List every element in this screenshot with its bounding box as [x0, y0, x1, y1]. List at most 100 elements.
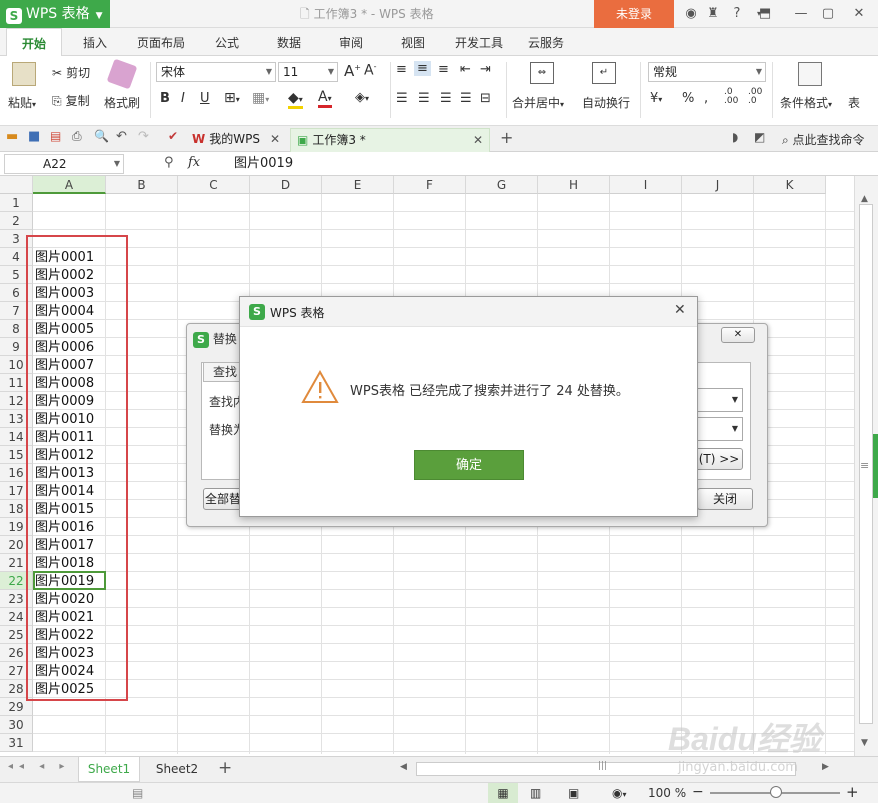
decrease-decimal-icon[interactable]: .00.0: [748, 88, 762, 106]
login-button[interactable]: 未登录: [594, 0, 674, 28]
row-header[interactable]: 1: [0, 194, 33, 212]
thousands-icon[interactable]: ,: [704, 91, 708, 106]
copy-button[interactable]: ⎘ 复制: [52, 92, 90, 109]
column-header[interactable]: G: [466, 176, 538, 194]
underline-icon[interactable]: U: [200, 91, 210, 106]
undo-icon[interactable]: ↶: [116, 129, 127, 144]
cut-button[interactable]: ✂ 剪切: [52, 64, 90, 81]
tab-review[interactable]: 审阅: [328, 28, 374, 56]
align-right-icon[interactable]: ☰: [440, 91, 452, 106]
format-painter-button[interactable]: 格式刷: [104, 94, 140, 111]
cell-style-icon[interactable]: ▦▾: [252, 90, 269, 106]
align-top-icon[interactable]: ≡: [396, 62, 407, 77]
feedback-icon[interactable]: ◩: [754, 130, 765, 144]
sheet-tab-sheet1[interactable]: Sheet1: [78, 757, 140, 782]
borders-icon[interactable]: ⊞▾: [224, 90, 240, 106]
zoom-out-icon[interactable]: −: [692, 784, 704, 800]
zoom-formula-icon[interactable]: ⚲: [164, 155, 174, 170]
bold-icon[interactable]: B: [160, 91, 170, 106]
shirt-icon[interactable]: ♜: [700, 0, 726, 28]
distributed-icon[interactable]: ⊟: [480, 91, 491, 106]
replace-all-button[interactable]: 全部替: [203, 488, 243, 510]
table-style-button[interactable]: 表: [848, 94, 860, 111]
close-window-icon[interactable]: ✕: [846, 0, 872, 28]
page-break-view-icon[interactable]: ▥: [530, 786, 541, 800]
align-middle-icon[interactable]: ≡: [414, 61, 431, 76]
percent-icon[interactable]: %: [682, 91, 694, 106]
normal-view-icon[interactable]: ▦: [488, 783, 518, 803]
print-icon[interactable]: ⎙: [72, 129, 82, 144]
restore-ribbon-icon[interactable]: ⬒: [752, 0, 778, 28]
print-preview-icon[interactable]: 🔍: [94, 129, 109, 143]
align-center-icon[interactable]: ☰: [418, 91, 430, 106]
share-icon[interactable]: ◗: [732, 130, 738, 144]
column-header[interactable]: D: [250, 176, 322, 194]
wrap-text-button[interactable]: 自动换行: [582, 94, 630, 111]
row-header[interactable]: 30: [0, 716, 33, 734]
clear-format-icon[interactable]: ◈▾: [355, 90, 369, 105]
scroll-down-icon[interactable]: ▼: [861, 738, 868, 748]
increase-indent-icon[interactable]: ⇥: [480, 62, 491, 77]
scroll-left-icon[interactable]: ◀: [400, 762, 407, 772]
add-sheet-icon[interactable]: +: [218, 758, 232, 778]
align-bottom-icon[interactable]: ≡: [438, 62, 449, 77]
tab-view[interactable]: 视图: [390, 28, 436, 56]
tab-home[interactable]: 开始: [6, 28, 62, 57]
close-tab-icon[interactable]: ✕: [270, 128, 284, 152]
open-folder-icon[interactable]: ▬: [6, 129, 18, 144]
increase-decimal-icon[interactable]: .0.00: [724, 88, 738, 106]
options-button[interactable]: (T) >>: [695, 448, 743, 470]
zoom-in-icon[interactable]: +: [846, 783, 859, 801]
new-tab-icon[interactable]: +: [494, 128, 513, 152]
increase-font-icon[interactable]: A+: [344, 62, 361, 80]
scroll-up-icon[interactable]: ▲: [861, 194, 868, 204]
select-all-corner[interactable]: [0, 176, 33, 194]
font-color-icon[interactable]: A▾: [318, 89, 332, 108]
conditional-format-icon[interactable]: [798, 62, 822, 86]
vertical-scrollbar[interactable]: ▲ ≡ ▼: [854, 176, 878, 756]
wrap-text-icon[interactable]: ↵: [592, 62, 616, 84]
macro-icon[interactable]: ▤: [132, 786, 143, 800]
format-painter-icon[interactable]: [106, 58, 138, 90]
column-header[interactable]: C: [178, 176, 250, 194]
merge-center-icon[interactable]: ⇔: [530, 62, 554, 84]
maximize-icon[interactable]: ▢: [815, 0, 841, 28]
font-name-select[interactable]: 宋体 ▼: [156, 62, 276, 82]
column-header[interactable]: F: [394, 176, 466, 194]
align-left-icon[interactable]: ☰: [396, 91, 408, 106]
formula-input[interactable]: 图片0019: [234, 152, 293, 176]
reading-view-icon[interactable]: ◉▾: [612, 786, 627, 800]
tab-data[interactable]: 数据: [266, 28, 312, 56]
close-tab-icon[interactable]: ✕: [473, 129, 483, 151]
column-header[interactable]: J: [682, 176, 754, 194]
paste-icon[interactable]: [12, 62, 36, 86]
ok-button[interactable]: 确定: [414, 450, 524, 480]
conditional-format-button[interactable]: 条件格式▾: [780, 94, 832, 111]
search-command-box[interactable]: ⌕ 点此查找命令: [782, 131, 865, 148]
column-header[interactable]: H: [538, 176, 610, 194]
app-menu-button[interactable]: S WPS 表格 ▼: [0, 0, 110, 28]
name-box[interactable]: A22 ▼: [4, 154, 124, 174]
insert-function-icon[interactable]: fx: [188, 155, 200, 170]
tab-cloud[interactable]: 云服务: [518, 28, 574, 56]
tab-formulas[interactable]: 公式: [204, 28, 250, 56]
italic-icon[interactable]: I: [181, 91, 185, 106]
save-icon[interactable]: ■: [28, 129, 40, 144]
column-header[interactable]: B: [106, 176, 178, 194]
row-header[interactable]: 31: [0, 734, 33, 752]
decrease-font-icon[interactable]: A-: [364, 62, 376, 79]
replace-dialog-close-icon[interactable]: ✕: [721, 327, 755, 343]
tab-page-layout[interactable]: 页面布局: [128, 28, 194, 56]
row-header[interactable]: 2: [0, 212, 33, 230]
message-close-icon[interactable]: ✕: [674, 302, 686, 318]
font-size-select[interactable]: 11 ▼: [278, 62, 338, 82]
tab-insert[interactable]: 插入: [72, 28, 118, 56]
minimize-icon[interactable]: —: [788, 0, 814, 28]
column-header[interactable]: K: [754, 176, 826, 194]
side-panel-toggle[interactable]: [873, 434, 878, 498]
zoom-level[interactable]: 100 %: [648, 786, 686, 800]
column-header[interactable]: E: [322, 176, 394, 194]
tab-developer[interactable]: 开发工具: [446, 28, 512, 56]
number-format-select[interactable]: 常规 ▼: [648, 62, 766, 82]
page-layout-view-icon[interactable]: ▣: [568, 786, 579, 800]
